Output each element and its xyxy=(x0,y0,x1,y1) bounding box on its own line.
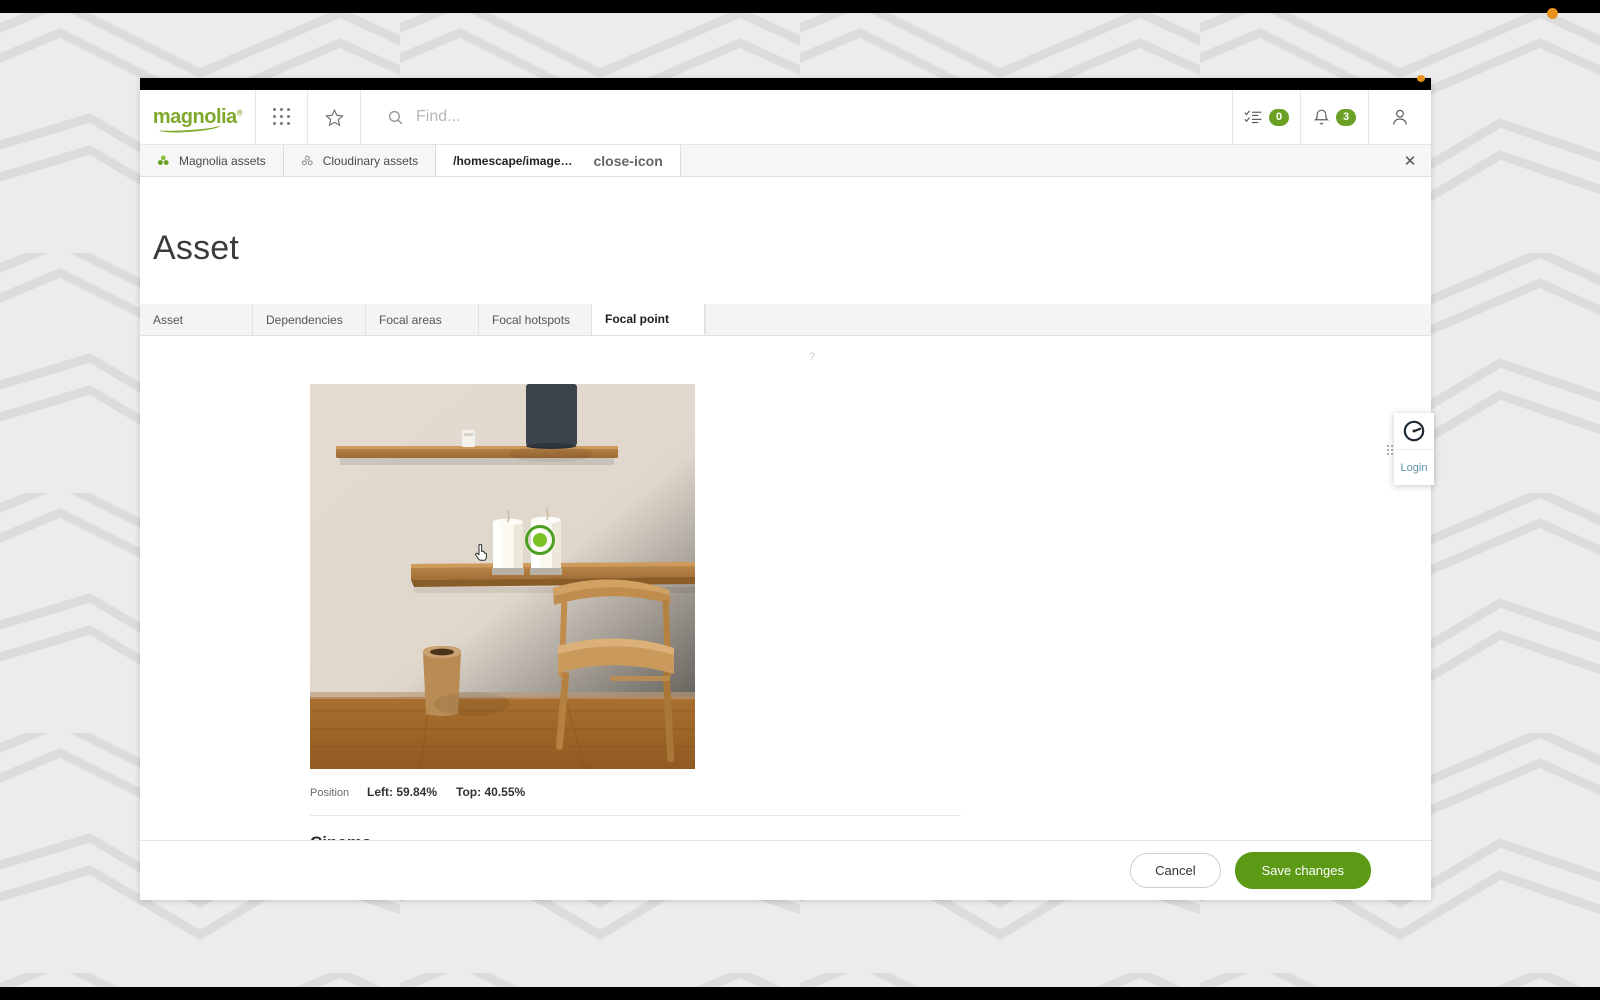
position-left-value: Left: 59.84% xyxy=(367,785,437,799)
help-question-mark[interactable]: ? xyxy=(809,351,815,363)
subtab-label: Asset xyxy=(153,313,183,327)
tab-close-icon[interactable]: close-icon xyxy=(594,154,663,168)
tab-asset-detail[interactable]: /homescape/image… close-icon xyxy=(436,145,681,176)
content-area: Asset Asset Dependencies Focal areas Foc… xyxy=(140,177,1431,840)
global-search[interactable]: Find... xyxy=(361,90,1233,144)
detail-subtab-bar: Asset Dependencies Focal areas Focal hot… xyxy=(140,304,1431,336)
subtab-label: Focal hotspots xyxy=(492,313,570,327)
tab-label: Magnolia assets xyxy=(179,154,266,168)
magnolia-logo[interactable]: magnolia® xyxy=(140,90,256,144)
close-all-tabs-button[interactable]: ✕ xyxy=(1389,145,1431,176)
search-input[interactable]: Find... xyxy=(416,108,460,126)
recording-indicator-dot xyxy=(1547,8,1558,19)
subtab-filler xyxy=(705,304,1431,335)
tasks-checklist-icon xyxy=(1244,109,1263,125)
drag-handle-icon[interactable] xyxy=(1387,445,1393,455)
notifications-button[interactable]: 3 xyxy=(1301,90,1369,144)
user-avatar-icon xyxy=(1390,107,1410,127)
window-indicator-dot xyxy=(1417,75,1425,82)
subtab-focal-point[interactable]: Focal point xyxy=(592,304,705,335)
app-header: magnolia® Find... xyxy=(140,90,1431,145)
position-readout: Position Left: 59.84% Top: 40.55% xyxy=(310,776,790,799)
apps-grid-icon xyxy=(273,108,291,126)
tab-magnolia-assets[interactable]: Magnolia assets xyxy=(140,145,284,176)
subtab-label: Dependencies xyxy=(266,313,343,327)
save-changes-button[interactable]: Save changes xyxy=(1235,852,1371,889)
tab-label: /homescape/image… xyxy=(453,154,572,168)
subtab-label: Focal areas xyxy=(379,313,442,327)
bell-icon xyxy=(1313,108,1330,127)
focal-point-editor: ? xyxy=(140,336,1431,840)
tab-strip-spacer xyxy=(681,145,1389,176)
tasks-count-badge: 0 xyxy=(1269,109,1289,126)
cinema-section-title: Cinema xyxy=(310,833,1431,840)
tab-label: Cloudinary assets xyxy=(323,154,418,168)
subtab-label: Focal point xyxy=(605,312,669,326)
star-icon xyxy=(325,108,344,127)
app-tab-strip: Magnolia assets Cloudinary assets /homes… xyxy=(140,145,1431,177)
apps-launcher-button[interactable] xyxy=(256,90,308,144)
window-top-strip xyxy=(140,78,1431,90)
favorites-button[interactable] xyxy=(308,90,361,144)
subtab-focal-areas[interactable]: Focal areas xyxy=(366,304,479,335)
action-footer: Cancel Save changes xyxy=(140,840,1431,900)
cloudinary-circle-icon[interactable] xyxy=(1394,413,1434,450)
asset-image-render xyxy=(310,384,695,769)
subtab-focal-hotspots[interactable]: Focal hotspots xyxy=(479,304,592,335)
position-top-value: Top: 40.55% xyxy=(456,785,525,799)
login-link[interactable]: Login xyxy=(1394,450,1434,485)
subtab-asset[interactable]: Asset xyxy=(140,304,253,335)
magnolia-cluster-icon xyxy=(157,154,170,167)
tab-cloudinary-assets[interactable]: Cloudinary assets xyxy=(284,145,436,176)
section-divider xyxy=(310,815,961,816)
application-window: magnolia® Find... xyxy=(140,78,1431,900)
position-label: Position xyxy=(310,787,367,799)
cloudinary-cluster-icon xyxy=(301,154,314,167)
subtab-dependencies[interactable]: Dependencies xyxy=(253,304,366,335)
logo-registered-mark: ® xyxy=(237,108,242,117)
tasks-button[interactable]: 0 xyxy=(1233,90,1301,144)
user-menu-button[interactable] xyxy=(1369,90,1431,144)
focal-point-marker[interactable] xyxy=(525,525,555,555)
cloudinary-logo-glyph xyxy=(1403,420,1425,442)
cancel-button[interactable]: Cancel xyxy=(1130,853,1220,888)
floating-login-widget[interactable]: Login xyxy=(1394,413,1434,485)
focal-point-image[interactable] xyxy=(310,384,695,769)
page-title: Asset xyxy=(140,177,1431,268)
search-icon xyxy=(387,109,404,126)
notifications-count-badge: 3 xyxy=(1336,109,1356,126)
